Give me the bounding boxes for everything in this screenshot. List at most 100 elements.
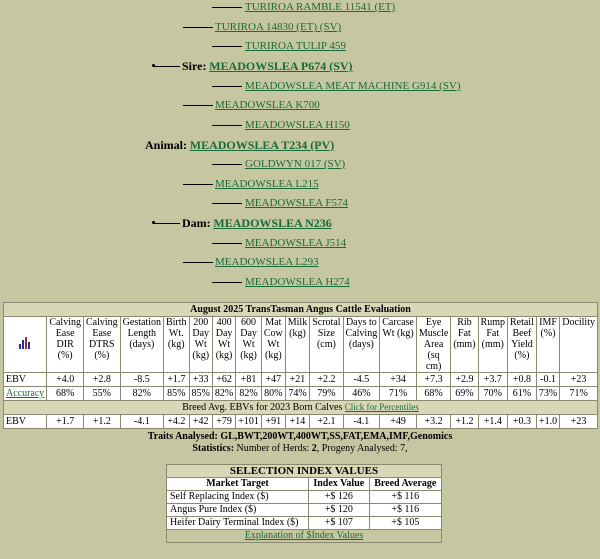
statistics-sep: , Progeny Analysed:: [316, 443, 401, 454]
ebv-row-label: EBV: [2, 372, 48, 387]
ebv-value: +2.8: [82, 372, 121, 387]
ebv-row: EBV +4.0 +2.8 -8.5 +1.7 +33 +62 +81 +47 +21 +2.2-…: [2, 372, 598, 387]
ebv-column-header: Gestation Length (days): [119, 316, 164, 373]
bar-chart-icon[interactable]: [18, 336, 32, 350]
dam-dam-link[interactable]: MEADOWSLEA L293: [215, 256, 319, 268]
pedigree-sire: Sire: MEADOWSLEA P674 (SV): [182, 59, 353, 74]
pedigree-dam-sire-dam: MEADOWSLEA F574: [245, 196, 348, 210]
breed-ebv-value: +91: [260, 414, 286, 429]
ebv-column-header: Milk (kg): [284, 316, 311, 373]
breed-avg-header-row: Breed Avg. EBVs for 2023 Born Calves Cli…: [3, 400, 598, 415]
breed-ebv-value: +1.2: [450, 414, 479, 429]
accuracy-value: 71%: [559, 386, 598, 401]
accuracy-value: 70%: [477, 386, 508, 401]
pedigree-dam-dam-dam: MEADOWSLEA H274: [245, 275, 350, 289]
ebv-value: +47: [260, 372, 286, 387]
breed-ebv-value: +14: [284, 414, 311, 429]
ebv-column-header: 600 Day Wt (kg): [235, 316, 262, 373]
breed-ebv-row: EBV +1.7 +1.2 -4.1 +4.2 +42 +79 +101 +91 +14 +2.1…: [2, 414, 598, 429]
ebv-value: +2.9: [450, 372, 479, 387]
statistics: Statistics: Number of Herds: 2, Progeny …: [0, 443, 600, 454]
ebv-table: August 2025 TransTasman Angus Cattle Eva…: [2, 302, 598, 429]
sire-dam-sire-link[interactable]: MEADOWSLEA MEAT MACHINE G914 (SV): [245, 80, 461, 92]
ebv-column-header: IMF (%): [535, 316, 561, 373]
ebv-value: +1.7: [162, 372, 190, 387]
accuracy-link[interactable]: Accuracy: [6, 388, 44, 399]
ebv-value: +0.8: [506, 372, 537, 387]
dam-sire-dam-link[interactable]: MEADOWSLEA F574: [245, 197, 348, 209]
sire-dam-dam-link[interactable]: MEADOWSLEA H150: [245, 119, 350, 131]
market-target-header: Market Target: [166, 477, 309, 491]
sire-sire-dam-link[interactable]: TURIROA TULIP 459: [245, 40, 346, 52]
ebv-value: +3.7: [477, 372, 508, 387]
breed-avg-text: Breed Avg. EBVs for 2023 Born Calves: [182, 402, 343, 413]
ebv-column-header: Days to Calving (days): [342, 316, 381, 373]
sire-sire-link[interactable]: TURIROA 14830 (ET) (SV): [215, 21, 341, 33]
traits-analysed: Traits Analysed: GL,BWT,200WT,400WT,SS,F…: [147, 431, 453, 442]
selection-title: SELECTION INDEX VALUES: [166, 464, 442, 478]
accuracy-value: 71%: [379, 386, 417, 401]
dam-dam-dam-link[interactable]: MEADOWSLEA H274: [245, 276, 350, 288]
pedigree-sire-dam-dam: MEADOWSLEA H150: [245, 118, 350, 132]
breed-ebv-value: +101: [235, 414, 262, 429]
breed-ebv-value: -4.1: [342, 414, 381, 429]
breed-average: +$ 116: [368, 503, 443, 517]
animal-link[interactable]: MEADOWSLEA T234 (PV): [190, 138, 334, 152]
dam-sire-sire-link[interactable]: GOLDWYN 017 (SV): [245, 158, 345, 170]
ebv-value: +62: [211, 372, 237, 387]
ebv-column-header: Calving Ease DTRS (%): [82, 316, 121, 373]
ebv-value: +4.0: [46, 372, 84, 387]
percentiles-link[interactable]: Click for Percentiles: [345, 402, 419, 412]
ebv-value: +21: [284, 372, 311, 387]
pedigree-dam: Dam: MEADOWSLEA N236: [182, 216, 332, 231]
breed-ebv-value: +3.2: [415, 414, 452, 429]
ebv-column-header: Docility: [559, 316, 598, 373]
accuracy-row: Accuracy 68% 55% 82% 85% 85% 82% 82% 80% 74% 79% 4…: [2, 386, 598, 401]
ebv-value: +34: [379, 372, 417, 387]
pedigree-sire-sire-sire: TURIROA RAMBLE 11541 (ET): [245, 0, 395, 14]
ebv-column-header: Rump Fat (mm): [477, 316, 508, 373]
dam-sire-link[interactable]: MEADOWSLEA L215: [215, 178, 319, 190]
accuracy-value: 79%: [309, 386, 344, 401]
pedigree-sire-dam-sire: MEADOWSLEA MEAT MACHINE G914 (SV): [245, 79, 461, 93]
ebv-column-header: Carcase Wt (kg): [379, 316, 417, 373]
accuracy-value: 80%: [260, 386, 286, 401]
ebv-column-header: Birth Wt. (kg): [162, 316, 190, 373]
selection-row: Self Replacing Index ($) +$ 126 +$ 116: [166, 490, 443, 504]
ebv-value: +7.3: [415, 372, 452, 387]
accuracy-value: 68%: [415, 386, 452, 401]
index-value: +$ 120: [307, 503, 370, 517]
breed-average-header: Breed Average: [368, 477, 443, 491]
index-value: +$ 126: [307, 490, 370, 504]
dam-label: Dam:: [182, 216, 211, 230]
ebv-column-header: Retail Beef Yield (%): [506, 316, 537, 373]
accuracy-value: 74%: [284, 386, 311, 401]
sire-link[interactable]: MEADOWSLEA P674 (SV): [209, 59, 352, 73]
ebv-title: August 2025 TransTasman Angus Cattle Eva…: [3, 302, 598, 317]
ebv-column-header: Mat Cow Wt (kg): [260, 316, 286, 373]
dam-link[interactable]: MEADOWSLEA N236: [213, 216, 331, 230]
statistics-label: Statistics:: [192, 443, 235, 454]
pedigree-dam-sire: MEADOWSLEA L215: [215, 177, 319, 191]
ebv-value: +33: [188, 372, 213, 387]
breed-ebv-value: +1.4: [477, 414, 508, 429]
ebv-column-header: 200 Day Wt (kg): [188, 316, 213, 373]
ebv-header-row: Calving Ease DIR (%) Calving Ease DTRS (%…: [2, 316, 598, 373]
dam-dam-sire-link[interactable]: MEADOWSLEA J514: [245, 237, 346, 249]
accuracy-value: 69%: [450, 386, 479, 401]
index-name: Angus Pure Index ($): [166, 503, 309, 517]
index-name: Heifer Dairy Terminal Index ($): [166, 516, 309, 530]
breed-ebv-value: +49: [379, 414, 417, 429]
selection-row: Angus Pure Index ($) +$ 120 +$ 116: [166, 503, 443, 517]
statistics-text: Number of Herds:: [236, 443, 312, 454]
accuracy-value: 82%: [119, 386, 164, 401]
pedigree-animal: Animal: MEADOWSLEA T234 (PV): [145, 138, 334, 153]
sire-sire-sire-link[interactable]: TURIROA RAMBLE 11541 (ET): [245, 1, 395, 13]
pedigree-sire-sire: TURIROA 14830 (ET) (SV): [215, 20, 341, 34]
sire-dam-link[interactable]: MEADOWSLEA K700: [215, 99, 320, 111]
breed-ebv-value: +23: [559, 414, 598, 429]
accuracy-value: 85%: [188, 386, 213, 401]
pedigree-dam-dam: MEADOWSLEA L293: [215, 255, 319, 269]
index-explanation-link[interactable]: Explanation of $Index Values: [245, 530, 363, 541]
selection-row: Heifer Dairy Terminal Index ($) +$ 107 +…: [166, 516, 443, 530]
